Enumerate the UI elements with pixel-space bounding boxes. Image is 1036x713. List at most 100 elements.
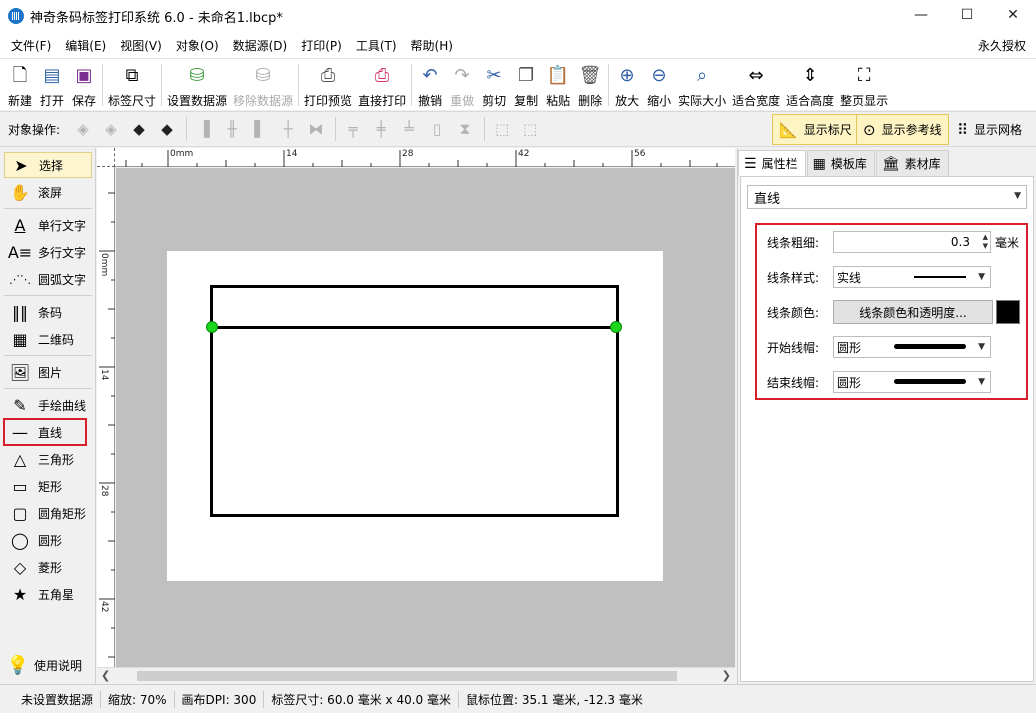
start-cap-select[interactable]: 圆形 ▼ [833, 336, 991, 358]
align-top-icon[interactable]: ╤ [340, 117, 366, 141]
minimize-button[interactable]: — [898, 0, 944, 30]
solid-line-sample [914, 276, 966, 278]
tool-barcode[interactable]: ‖‖ 条码 [4, 299, 92, 325]
menu-object[interactable]: 对象(O) [169, 37, 226, 54]
line-style-select[interactable]: 实线 ▼ [833, 266, 991, 288]
line-start-handle[interactable] [206, 321, 218, 333]
rectangle-icon: ▭ [12, 476, 28, 496]
tool-freehand[interactable]: ✎ 手绘曲线 [4, 392, 92, 418]
show-guides-toggle[interactable]: ⊙ 显示参考线 [856, 114, 949, 145]
show-grid-toggle[interactable]: ⠿ 显示网格 [951, 114, 1028, 145]
print-preview-button[interactable]: ⎙ 打印预览 [301, 59, 355, 109]
line-end-handle[interactable] [610, 321, 622, 333]
bring-forward-icon[interactable]: ◈ [70, 117, 96, 141]
actual-size-button[interactable]: ⌕ 实际大小 [675, 59, 729, 109]
tool-triangle[interactable]: △ 三角形 [4, 446, 92, 472]
equal-spacing-icon[interactable]: ⧓ [303, 117, 329, 141]
ruler-label: 0mm [99, 253, 109, 277]
zoom-in-button[interactable]: ⊕ 放大 [611, 59, 643, 109]
menu-print[interactable]: 打印(P) [294, 37, 349, 54]
tool-line[interactable]: — 直线 [3, 418, 87, 446]
tab-templates[interactable]: ▦ 模板库 [806, 150, 875, 176]
tool-arc-text[interactable]: ⋰⋱ 圆弧文字 [4, 266, 92, 292]
tab-properties[interactable]: ☰ 属性栏 [738, 150, 806, 176]
tool-diamond[interactable]: ◇ 菱形 [4, 554, 92, 580]
menu-file[interactable]: 文件(F) [4, 37, 58, 54]
library-icon: 🏛 [881, 155, 900, 172]
line-object[interactable] [212, 326, 617, 329]
hand-icon: ✋ [10, 182, 30, 202]
save-button[interactable]: ▣ 保存 [68, 59, 100, 109]
align-bottom-icon[interactable]: ╧ [396, 117, 422, 141]
menu-edit[interactable]: 编辑(E) [58, 37, 113, 54]
menu-tools[interactable]: 工具(T) [349, 37, 404, 54]
new-button[interactable]: 🗋 新建 [4, 59, 36, 109]
layers-edit-icon[interactable]: ◆ [154, 117, 180, 141]
cut-button[interactable]: ✂ 剪切 [478, 59, 510, 109]
tool-image[interactable]: 🖼 图片 [4, 359, 92, 385]
tool-single-text[interactable]: A 单行文字 [4, 212, 92, 238]
ruler-label: 28 [402, 149, 414, 159]
paste-button[interactable]: 📋 粘贴 [542, 59, 574, 109]
ruler-label: 42 [99, 601, 109, 613]
show-ruler-toggle[interactable]: 📐 显示标尺 [772, 114, 859, 145]
ruler-label: 14 [286, 149, 298, 159]
tool-round-rect[interactable]: ▢ 圆角矩形 [4, 500, 92, 526]
open-button[interactable]: ▤ 打开 [36, 59, 68, 109]
menu-datasource[interactable]: 数据源(D) [226, 37, 295, 54]
horizontal-scrollbar[interactable]: ❮ ❯ [97, 667, 735, 684]
license-link[interactable]: 永久授权 [978, 37, 1026, 54]
scroll-left-icon[interactable]: ❮ [101, 669, 110, 682]
group-icon[interactable]: ⬚ [489, 117, 515, 141]
undo-button[interactable]: ↶ 撤销 [414, 59, 446, 109]
close-button[interactable]: ✕ [990, 0, 1036, 30]
menu-view[interactable]: 视图(V) [113, 37, 169, 54]
send-backward-icon[interactable]: ◈ [98, 117, 124, 141]
tool-ellipse[interactable]: ◯ 圆形 [4, 527, 92, 553]
tool-multi-text[interactable]: A≡ 多行文字 [4, 239, 92, 265]
tab-materials[interactable]: 🏛 素材库 [875, 150, 949, 176]
design-canvas[interactable] [116, 168, 735, 667]
fit-height-button[interactable]: ⇕ 适合高度 [783, 59, 837, 109]
tool-qrcode[interactable]: ▦ 二维码 [4, 326, 92, 352]
tool-star[interactable]: ★ 五角星 [4, 581, 92, 607]
align-middle-icon[interactable]: ╪ [368, 117, 394, 141]
help-button[interactable]: 💡 使用说明 [4, 652, 82, 678]
vertical-spacing-icon[interactable]: ⧗ [452, 117, 478, 141]
align-center-icon[interactable]: ╫ [219, 117, 245, 141]
whole-page-button[interactable]: ⛶ 整页显示 [837, 59, 891, 109]
distribute-vertical-icon[interactable]: ▯ [424, 117, 450, 141]
end-cap-select[interactable]: 圆形 ▼ [833, 371, 991, 393]
copy-button[interactable]: ❐ 复制 [510, 59, 542, 109]
line-color-button[interactable]: 线条颜色和透明度... [833, 300, 993, 324]
align-right-icon[interactable]: ▌ [247, 117, 273, 141]
status-zoom: 缩放: 70% [101, 690, 175, 708]
scroll-right-icon[interactable]: ❯ [722, 669, 731, 682]
remove-datasource-button[interactable]: ⛁ 移除数据源 [230, 59, 296, 109]
spin-arrows-icon[interactable]: ▲ ▼ [983, 233, 988, 251]
rectangle-object[interactable] [210, 285, 619, 517]
delete-button[interactable]: 🗑 删除 [574, 59, 606, 109]
tool-select[interactable]: ➤ 选择 [4, 152, 92, 178]
ungroup-icon[interactable]: ⬚ [517, 117, 543, 141]
align-left-icon[interactable]: ▐ [191, 117, 217, 141]
menu-help[interactable]: 帮助(H) [404, 37, 460, 54]
tool-rectangle[interactable]: ▭ 矩形 [4, 473, 92, 499]
scroll-thumb[interactable] [137, 671, 677, 681]
redo-button[interactable]: ↷ 重做 [446, 59, 478, 109]
maximize-button[interactable]: ☐ [944, 0, 990, 30]
layers-icon[interactable]: ◆ [126, 117, 152, 141]
line-color-swatch[interactable] [996, 300, 1020, 324]
rounded-rectangle-icon: ▢ [12, 503, 28, 523]
set-datasource-button[interactable]: ⛁ 设置数据源 [164, 59, 230, 109]
zoom-out-button[interactable]: ⊖ 缩小 [643, 59, 675, 109]
distribute-horizontal-icon[interactable]: ┼ [275, 117, 301, 141]
label-size-button[interactable]: ⧉ 标签尺寸 [105, 59, 159, 109]
object-type-select[interactable]: 直线 ▼ [747, 185, 1027, 209]
tool-scroll[interactable]: ✋ 滚屏 [4, 179, 92, 205]
triangle-icon: △ [13, 449, 27, 469]
zoom-out-icon: ⊖ [651, 65, 667, 86]
line-width-stepper[interactable]: 0.3 ▲ ▼ [833, 231, 991, 253]
direct-print-button[interactable]: ⎙ 直接打印 [355, 59, 409, 109]
fit-width-button[interactable]: ⇔ 适合宽度 [729, 59, 783, 109]
